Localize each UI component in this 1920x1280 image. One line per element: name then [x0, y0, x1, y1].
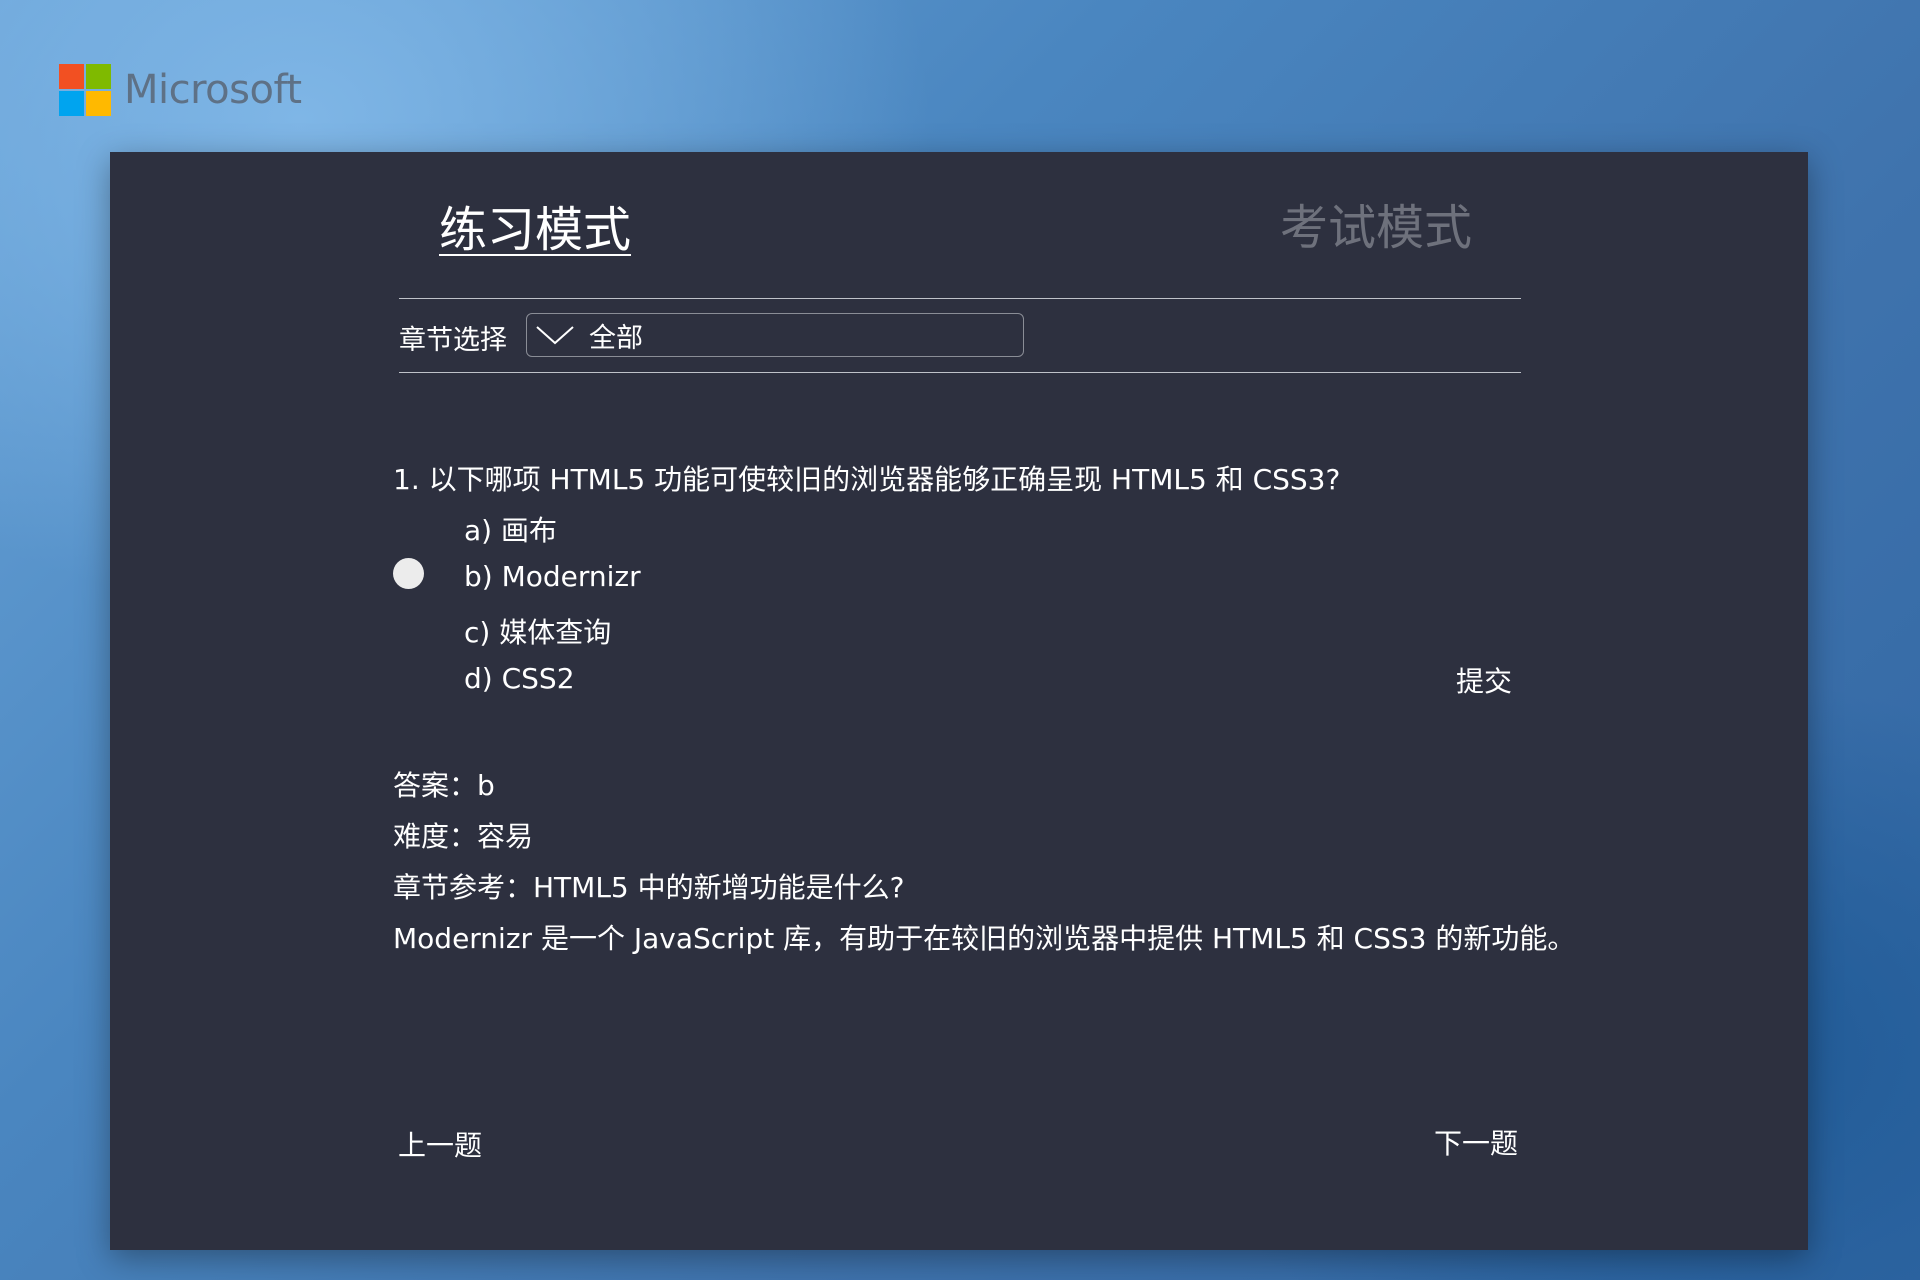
microsoft-logo: Microsoft: [59, 64, 302, 116]
difficulty-text: 难度：容易: [393, 820, 534, 853]
tab-practice-mode[interactable]: 练习模式: [439, 190, 631, 260]
option-c[interactable]: c) 媒体查询: [464, 611, 611, 651]
quiz-panel: 练习模式 考试模式 章节选择 全部 1. 以下哪项 HTML5 功能可使较旧的浏…: [110, 152, 1808, 1250]
chevron-down-icon: [536, 326, 574, 345]
previous-question-button[interactable]: 上一题: [398, 1124, 482, 1164]
option-b[interactable]: b) Modernizr: [464, 560, 641, 593]
submit-button[interactable]: 提交: [1456, 660, 1512, 700]
divider-top: [399, 298, 1521, 299]
option-a[interactable]: a) 画布: [464, 509, 557, 549]
chapter-select-dropdown[interactable]: 全部: [526, 313, 1024, 357]
option-d[interactable]: d) CSS2: [464, 662, 575, 695]
chapter-selected-value: 全部: [589, 322, 643, 354]
chapter-select-label: 章节选择: [399, 325, 507, 356]
microsoft-logo-icon: [59, 64, 111, 116]
selected-radio-indicator[interactable]: [393, 558, 424, 589]
divider-bottom: [399, 372, 1521, 373]
brand-name: Microsoft: [124, 67, 302, 113]
answer-text: 答案：b: [393, 769, 495, 802]
tab-exam-mode[interactable]: 考试模式: [1280, 188, 1472, 258]
question-text: 1. 以下哪项 HTML5 功能可使较旧的浏览器能够正确呈现 HTML5 和 C…: [393, 463, 1341, 496]
chapter-reference-text: 章节参考：HTML5 中的新增功能是什么?: [393, 871, 905, 904]
next-question-button[interactable]: 下一题: [1434, 1122, 1518, 1162]
explanation-text: Modernizr 是一个 JavaScript 库，有助于在较旧的浏览器中提供…: [393, 922, 1576, 955]
